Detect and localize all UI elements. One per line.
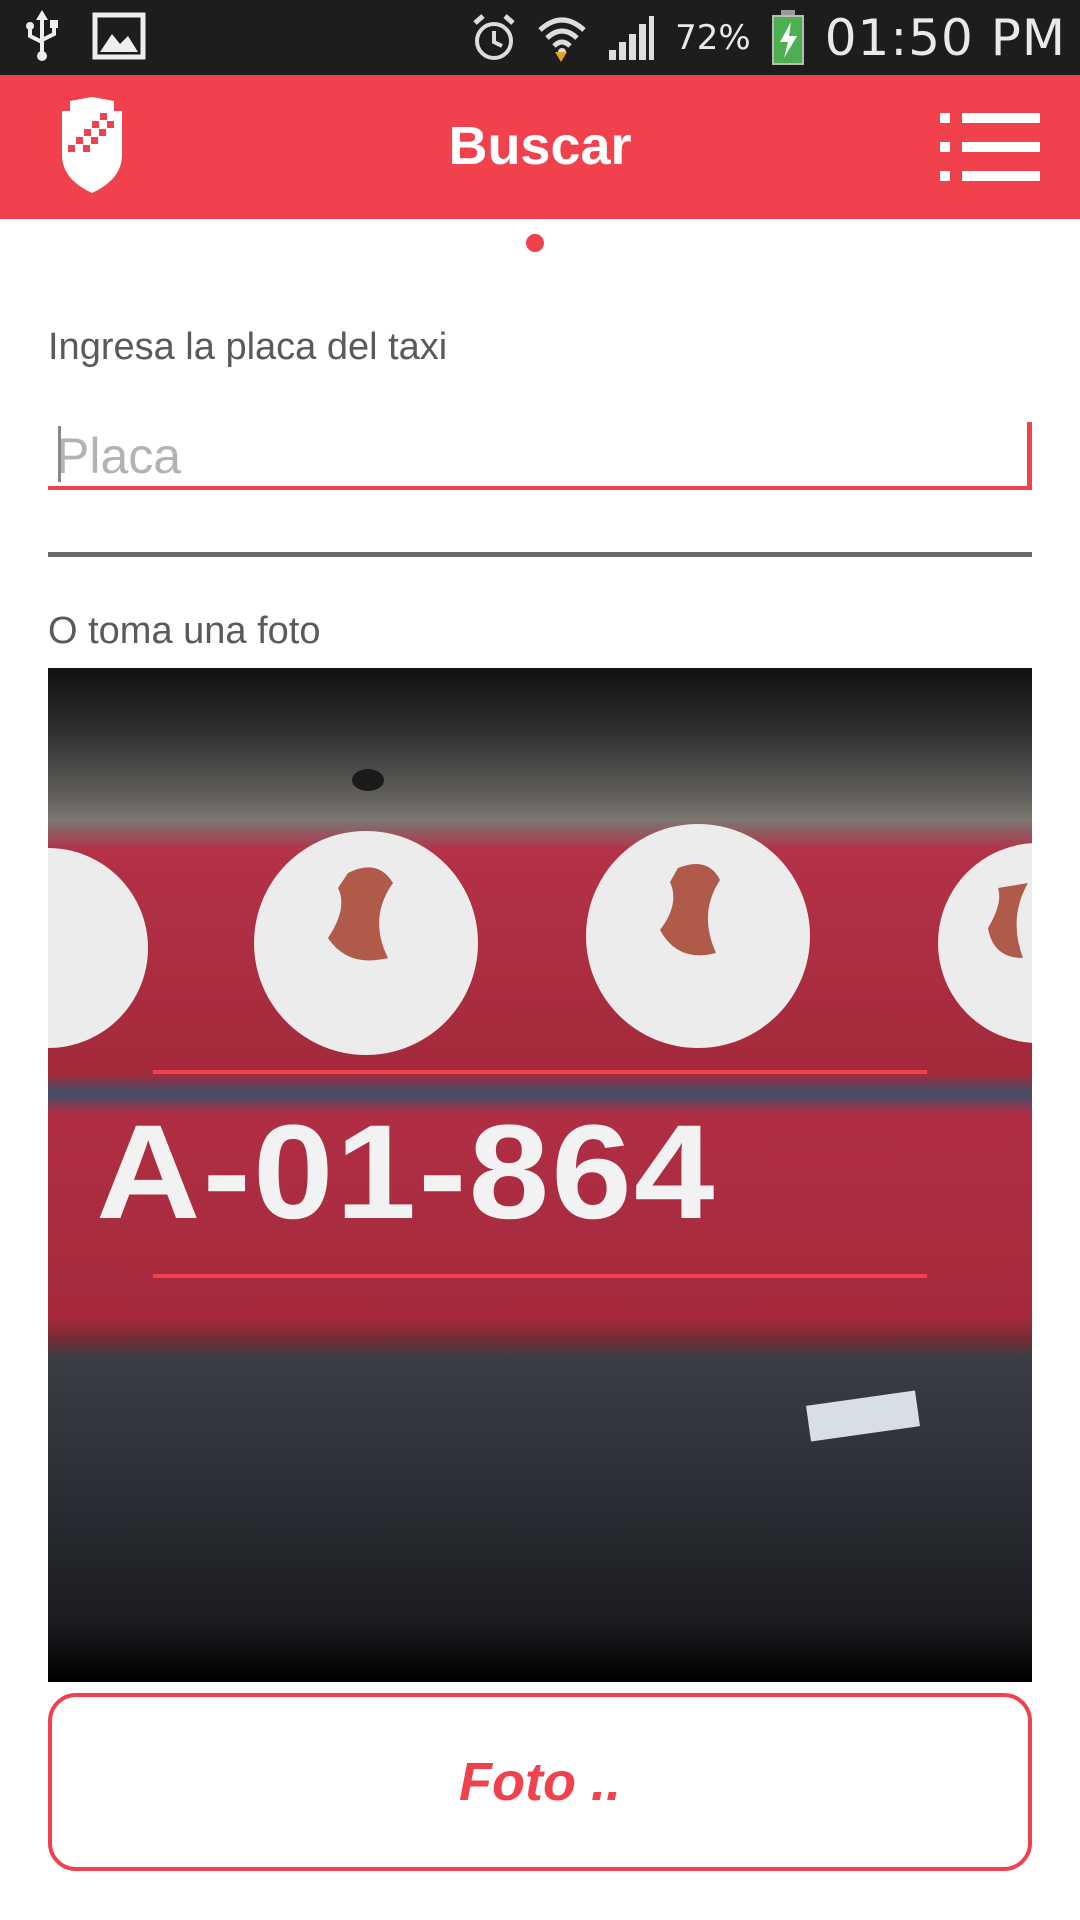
divider [48, 552, 1032, 557]
text-cursor [58, 426, 61, 482]
image-icon [92, 12, 146, 60]
battery-charging-icon [771, 10, 804, 65]
input-underline [48, 486, 1032, 490]
alarm-icon [473, 14, 515, 60]
plate-input[interactable] [48, 420, 1030, 492]
wifi-icon [538, 17, 586, 62]
take-photo-button[interactable]: Foto .. [48, 1693, 1032, 1871]
camera-preview[interactable]: A-01-864 [48, 668, 1032, 1682]
photo-label: O toma una foto [48, 610, 321, 652]
page-indicator-dot [526, 234, 544, 252]
usb-icon [26, 10, 58, 61]
app-bar: Buscar [0, 75, 1080, 219]
scan-guide-top [153, 1070, 927, 1074]
scan-guide-bottom [153, 1274, 927, 1278]
plate-label: Ingresa la placa del taxi [48, 326, 448, 368]
photo-plate-text: A-01-864 [96, 1098, 717, 1247]
page-title: Buscar [448, 116, 632, 176]
menu-list-icon[interactable] [940, 113, 1040, 181]
signal-icon [609, 16, 655, 60]
battery-percent: 72% [675, 18, 751, 58]
clock: 01:50 PM [824, 9, 1066, 67]
status-bar: 72% 01:50 PM [0, 0, 1080, 75]
input-underline-tick [1027, 422, 1032, 490]
